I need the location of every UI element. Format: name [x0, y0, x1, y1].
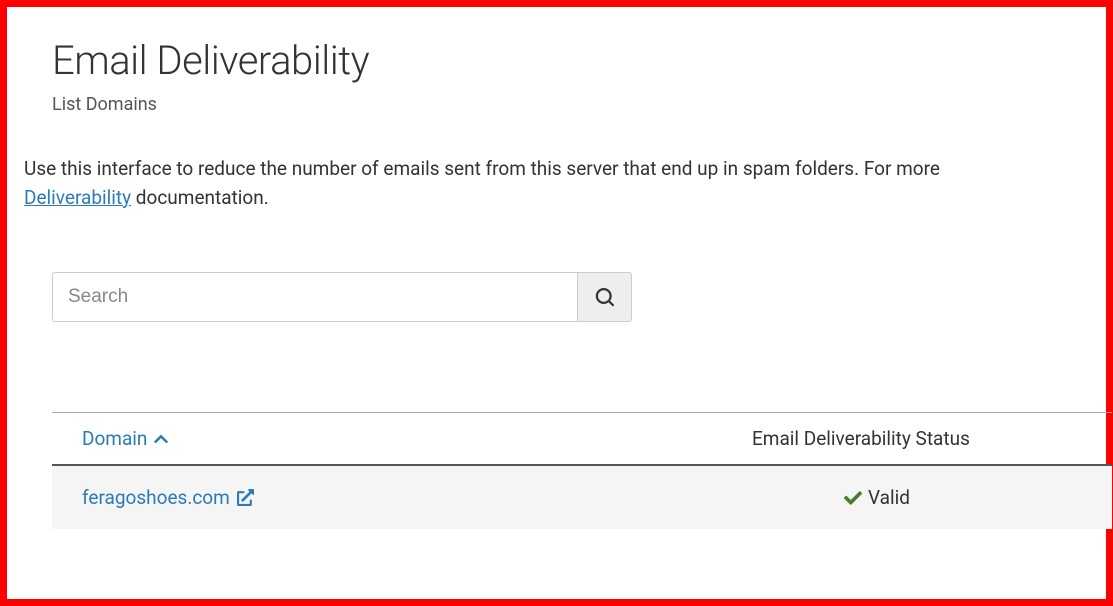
desc-after: documentation.: [131, 186, 269, 209]
check-icon: [844, 489, 862, 507]
search-button[interactable]: [577, 272, 632, 322]
col-status-label: Email Deliverability Status: [752, 427, 970, 450]
main-content: Email Deliverability List Domains Use th…: [7, 7, 1106, 529]
chevron-up-icon: [153, 431, 169, 447]
status-text: Valid: [868, 486, 910, 509]
cell-status: Valid: [752, 486, 1112, 509]
cell-domain: feragoshoes.com: [52, 486, 752, 509]
col-status-header: Email Deliverability Status: [752, 427, 1112, 450]
desc-intro: Use this interface to reduce the number …: [24, 157, 940, 180]
domain-name: feragoshoes.com: [82, 486, 230, 509]
breadcrumb: List Domains: [52, 94, 1106, 115]
search-input[interactable]: [52, 272, 577, 322]
sort-domain[interactable]: Domain: [82, 427, 169, 450]
col-domain-label: Domain: [82, 427, 147, 450]
window-frame: Email Deliverability List Domains Use th…: [0, 0, 1113, 606]
search-icon: [595, 288, 614, 307]
domain-table: Domain Email Deliverability Status ferag…: [52, 412, 1112, 529]
table-row: feragoshoes.com Valid: [52, 466, 1112, 529]
description-text: Use this interface to reduce the number …: [24, 155, 1106, 212]
search-bar: [52, 272, 1106, 322]
external-link-icon: [237, 489, 254, 506]
page-title: Email Deliverability: [52, 37, 1106, 84]
domain-link[interactable]: feragoshoes.com: [82, 486, 254, 509]
col-domain-header: Domain: [52, 427, 752, 450]
status-valid: Valid: [752, 486, 1112, 509]
deliverability-link[interactable]: Deliverability: [24, 186, 131, 209]
table-header: Domain Email Deliverability Status: [52, 412, 1112, 466]
